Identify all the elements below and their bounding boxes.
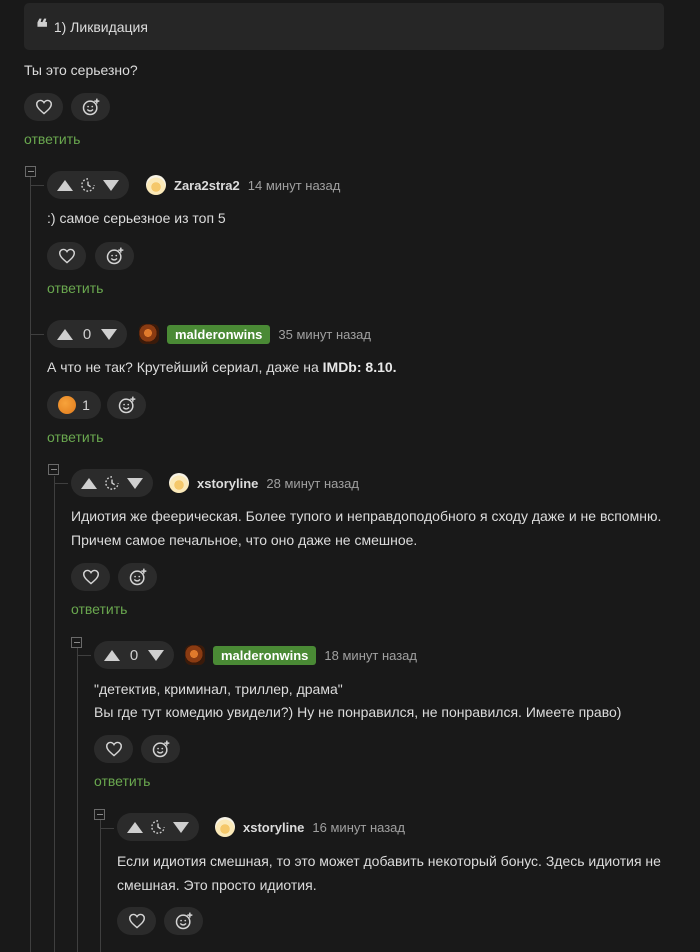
like-button[interactable] xyxy=(24,93,63,121)
comment-text-line: смешная. Это просто идиотия. xyxy=(117,877,317,893)
avatar[interactable] xyxy=(185,645,205,665)
add-reaction-button[interactable] xyxy=(141,735,180,763)
pending-score-icon xyxy=(81,178,95,192)
upvote-icon[interactable] xyxy=(57,179,73,191)
upvote-icon[interactable] xyxy=(81,477,97,489)
add-reaction-button[interactable] xyxy=(164,907,203,935)
downvote-icon[interactable] xyxy=(101,328,117,340)
username-tag[interactable]: malderonwins xyxy=(213,645,317,665)
collapse-icon[interactable] xyxy=(25,166,36,177)
quote-block: ❝ 1) Ликвидация xyxy=(24,3,664,50)
username-tag[interactable]: malderonwins xyxy=(167,324,271,344)
reaction-emoji-icon xyxy=(58,396,77,414)
username[interactable]: xstoryline xyxy=(243,820,304,835)
downvote-icon[interactable] xyxy=(103,179,119,191)
timestamp[interactable]: 35 минут назад xyxy=(278,327,371,342)
thread-line xyxy=(54,476,55,952)
thread-line xyxy=(30,334,44,335)
timestamp[interactable]: 16 минут назад xyxy=(312,820,405,835)
heart-icon xyxy=(128,913,145,929)
vote-count: 0 xyxy=(82,325,92,343)
downvote-icon[interactable] xyxy=(173,821,189,833)
reply-link[interactable]: ответить xyxy=(94,773,150,789)
vote-widget xyxy=(117,813,199,841)
vote-widget: 0 xyxy=(94,641,174,669)
avatar[interactable] xyxy=(215,817,235,837)
reply-link[interactable]: ответить xyxy=(24,131,80,147)
vote-count: 0 xyxy=(129,646,139,664)
upvote-icon[interactable] xyxy=(127,821,143,833)
heart-icon xyxy=(82,569,99,585)
heart-icon xyxy=(35,99,52,115)
like-button[interactable] xyxy=(47,242,86,270)
collapse-icon[interactable] xyxy=(71,637,82,648)
downvote-icon[interactable] xyxy=(148,649,164,661)
thread-line xyxy=(30,185,44,186)
reaction-button[interactable]: 1 xyxy=(47,391,101,419)
upvote-icon[interactable] xyxy=(57,328,73,340)
collapse-icon[interactable] xyxy=(48,464,59,475)
add-reaction-icon xyxy=(175,912,192,930)
like-button[interactable] xyxy=(94,735,133,763)
add-reaction-icon xyxy=(106,247,123,265)
comment-text-line: "детектив, криминал, триллер, драма" xyxy=(94,681,343,697)
comment-text: А что не так? Крутейший сериал, даже на … xyxy=(47,355,397,379)
comment-text: Ты это серьезно? xyxy=(24,62,138,78)
add-reaction-icon xyxy=(118,396,135,414)
pending-score-icon xyxy=(105,476,119,490)
timestamp[interactable]: 18 минут назад xyxy=(324,648,417,663)
quote-text: 1) Ликвидация xyxy=(53,18,148,35)
downvote-icon[interactable] xyxy=(127,477,143,489)
username[interactable]: Zara2stra2 xyxy=(174,178,240,193)
collapse-icon[interactable] xyxy=(94,809,105,820)
vote-widget xyxy=(47,171,129,199)
add-reaction-icon xyxy=(82,98,99,116)
thread-line xyxy=(54,483,68,484)
add-reaction-button[interactable] xyxy=(118,563,157,591)
reply-link[interactable]: ответить xyxy=(47,280,103,296)
comment-meta: malderonwins 18 минут назад xyxy=(185,643,417,667)
comment-text-part: А что не так? Крутейший сериал, даже на xyxy=(47,359,323,375)
add-reaction-button[interactable] xyxy=(95,242,134,270)
vote-widget xyxy=(71,469,153,497)
pending-score-icon xyxy=(151,820,165,834)
add-reaction-icon xyxy=(129,568,146,586)
timestamp[interactable]: 14 минут назад xyxy=(248,178,341,193)
comment-meta: malderonwins 35 минут назад xyxy=(139,322,371,346)
comment-meta: xstoryline 28 минут назад xyxy=(169,471,359,495)
like-button[interactable] xyxy=(117,907,156,935)
like-button[interactable] xyxy=(71,563,110,591)
reply-link[interactable]: ответить xyxy=(47,429,103,445)
thread-line xyxy=(100,820,101,952)
comment-text-bold: IMDb: 8.10. xyxy=(322,359,397,375)
avatar[interactable] xyxy=(146,175,166,195)
add-reaction-button[interactable] xyxy=(107,391,146,419)
thread-line xyxy=(77,648,78,952)
comment-meta: xstoryline 16 минут назад xyxy=(215,815,405,839)
comment-text-line: Вы где тут комедию увидели?) Ну не понра… xyxy=(94,704,622,720)
upvote-icon[interactable] xyxy=(104,649,120,661)
add-reaction-icon xyxy=(152,740,169,758)
add-reaction-button[interactable] xyxy=(71,93,110,121)
thread-line xyxy=(77,655,91,656)
comment-meta: Zara2stra2 14 минут назад xyxy=(146,173,340,197)
comment-text-line: Причем самое печальное, что оно даже не … xyxy=(71,532,418,548)
avatar[interactable] xyxy=(169,473,189,493)
reaction-count: 1 xyxy=(82,397,90,413)
comment-text-line: Если идиотия смешная, то это может добав… xyxy=(117,853,661,869)
avatar[interactable] xyxy=(139,324,159,344)
timestamp[interactable]: 28 минут назад xyxy=(266,476,359,491)
heart-icon xyxy=(58,248,75,264)
thread-line xyxy=(30,177,31,952)
comment-text-line: Идиотия же феерическая. Более тупого и н… xyxy=(71,508,662,524)
username[interactable]: xstoryline xyxy=(197,476,258,491)
vote-widget: 0 xyxy=(47,320,127,348)
quote-icon: ❝ xyxy=(36,14,48,41)
reply-link[interactable]: ответить xyxy=(71,601,127,617)
comment-text: :) самое серьезное из топ 5 xyxy=(47,210,226,226)
thread-line xyxy=(100,828,114,829)
heart-icon xyxy=(105,741,122,757)
